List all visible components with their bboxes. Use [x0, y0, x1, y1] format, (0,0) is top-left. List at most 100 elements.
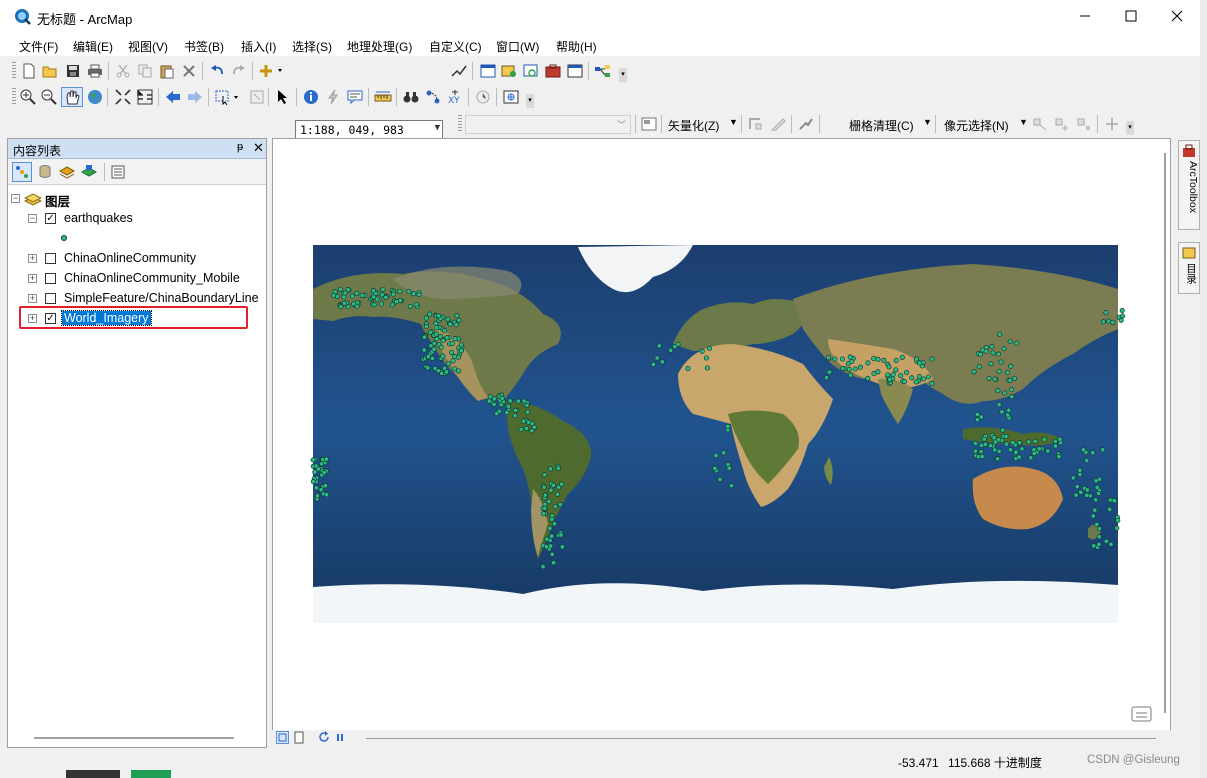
earthquake-point[interactable]: [983, 348, 989, 354]
earthquake-point[interactable]: [1110, 319, 1116, 325]
earthquake-point[interactable]: [1004, 370, 1010, 376]
search-window-button[interactable]: [522, 62, 540, 80]
earthquake-point[interactable]: [441, 328, 448, 334]
earthquake-point[interactable]: [1093, 497, 1099, 503]
earthquake-point[interactable]: [913, 379, 919, 385]
menu-edit[interactable]: 编辑(E): [73, 38, 113, 55]
earthquake-point[interactable]: [986, 375, 992, 381]
layer-row-chinaonlinecommunity-mobile[interactable]: + ChinaOnlineCommunity_Mobile: [8, 269, 266, 289]
menu-view[interactable]: 视图(V): [128, 38, 168, 55]
html-popup-button[interactable]: [346, 88, 364, 106]
measure-button[interactable]: [374, 88, 392, 106]
earthquake-point[interactable]: [972, 448, 979, 454]
close-panel-icon[interactable]: ✕: [253, 140, 264, 156]
earthquake-point[interactable]: [318, 487, 324, 493]
vectorization-trace-button[interactable]: [747, 115, 765, 133]
menu-insert[interactable]: 插入(I): [241, 38, 276, 55]
earthquake-point[interactable]: [1092, 507, 1098, 513]
earthquake-point[interactable]: [546, 498, 552, 505]
list-by-visibility-button[interactable]: [58, 163, 76, 181]
earthquake-point[interactable]: [978, 449, 984, 455]
earthquake-point[interactable]: [1008, 387, 1015, 393]
earthquake-point[interactable]: [413, 301, 419, 308]
earthquake-point[interactable]: [1084, 487, 1090, 493]
fixed-zoom-in-button[interactable]: [114, 88, 132, 106]
earthquake-point[interactable]: [997, 331, 1003, 337]
fixed-zoom-out-button[interactable]: [136, 88, 154, 106]
earthquake-point[interactable]: [310, 479, 316, 485]
earthquake-point[interactable]: [512, 407, 518, 413]
remove-cells-button[interactable]: [1075, 115, 1093, 133]
earthquake-point[interactable]: [1105, 318, 1112, 324]
earthquake-point[interactable]: [321, 470, 327, 476]
earthquake-point[interactable]: [1057, 436, 1063, 442]
earthquake-point[interactable]: [1094, 521, 1100, 528]
earthquake-point[interactable]: [1000, 427, 1006, 433]
earthquake-point[interactable]: [981, 436, 987, 442]
earthquake-point[interactable]: [1084, 492, 1090, 498]
copy-button[interactable]: [136, 62, 154, 80]
earthquake-point[interactable]: [559, 481, 565, 487]
expand-icon[interactable]: +: [28, 294, 37, 303]
earthquake-point[interactable]: [450, 358, 456, 364]
go-back-button[interactable]: [164, 88, 182, 106]
earthquake-point[interactable]: [871, 371, 877, 377]
earthquake-point[interactable]: [1090, 450, 1096, 456]
earthquake-point[interactable]: [999, 409, 1005, 415]
earthquake-point[interactable]: [1078, 489, 1084, 495]
table-of-contents-button[interactable]: [479, 62, 497, 80]
shapes-recognition-button[interactable]: [769, 115, 787, 133]
earthquake-point[interactable]: [1077, 471, 1083, 478]
raster-layer-combobox[interactable]: ﹀: [465, 115, 631, 134]
chevron-down-icon[interactable]: ▼: [729, 117, 738, 127]
arctoolbox-button[interactable]: [544, 62, 562, 80]
earthquake-point[interactable]: [541, 511, 547, 517]
earthquake-point[interactable]: [389, 302, 395, 308]
earthquake-point[interactable]: [976, 364, 982, 370]
earthquake-point[interactable]: [920, 376, 926, 382]
earthquake-point[interactable]: [345, 287, 351, 293]
editor-toolbar-button[interactable]: [450, 62, 468, 80]
earthquake-point[interactable]: [675, 341, 681, 347]
go-forward-button[interactable]: [186, 88, 204, 106]
earthquake-point[interactable]: [668, 347, 674, 353]
earthquake-point[interactable]: [1093, 478, 1099, 484]
earthquake-point[interactable]: [421, 334, 427, 340]
cell-selection-menu[interactable]: 像元选择(N): [944, 117, 1009, 134]
earthquake-point[interactable]: [893, 367, 899, 373]
earthquake-point[interactable]: [434, 325, 440, 331]
chevron-down-icon[interactable]: ▼: [435, 123, 440, 133]
zoom-in-button[interactable]: [19, 88, 37, 106]
earthquake-point[interactable]: [452, 336, 458, 342]
earthquake-point[interactable]: [554, 491, 561, 497]
earthquake-point[interactable]: [543, 544, 549, 550]
python-window-button[interactable]: [566, 62, 584, 80]
earthquake-point[interactable]: [1028, 455, 1034, 461]
toc-horizontal-scrollbar[interactable]: [34, 737, 234, 739]
earthquake-point[interactable]: [988, 361, 994, 367]
earthquake-point[interactable]: [977, 351, 984, 358]
earthquake-point[interactable]: [909, 375, 915, 381]
earthquake-point[interactable]: [433, 321, 439, 327]
open-button[interactable]: [41, 62, 59, 80]
list-by-drawing-order-button[interactable]: [12, 162, 32, 182]
earthquake-point[interactable]: [916, 374, 922, 380]
earthquake-point[interactable]: [971, 369, 977, 375]
create-viewer-window-button[interactable]: [502, 88, 520, 106]
earthquake-point[interactable]: [685, 365, 691, 371]
earthquake-point[interactable]: [507, 398, 513, 404]
earthquake-point[interactable]: [1045, 448, 1051, 454]
earthquake-point[interactable]: [725, 423, 731, 429]
menu-windows[interactable]: 窗口(W): [496, 38, 539, 55]
earthquake-point[interactable]: [1115, 517, 1121, 523]
layer-symbol-row[interactable]: [8, 229, 266, 249]
earthquake-point[interactable]: [1002, 390, 1008, 396]
earthquake-point[interactable]: [1010, 439, 1016, 446]
earthquake-point[interactable]: [1118, 317, 1124, 323]
map-vertical-scrollbar[interactable]: [1164, 153, 1166, 713]
arctoolbox-dock-tab[interactable]: ArcToolbox: [1178, 140, 1200, 230]
earthquake-point[interactable]: [338, 304, 344, 310]
earthquake-point[interactable]: [1090, 513, 1096, 519]
earthquake-point[interactable]: [1007, 447, 1014, 453]
earthquake-point[interactable]: [1094, 484, 1100, 490]
